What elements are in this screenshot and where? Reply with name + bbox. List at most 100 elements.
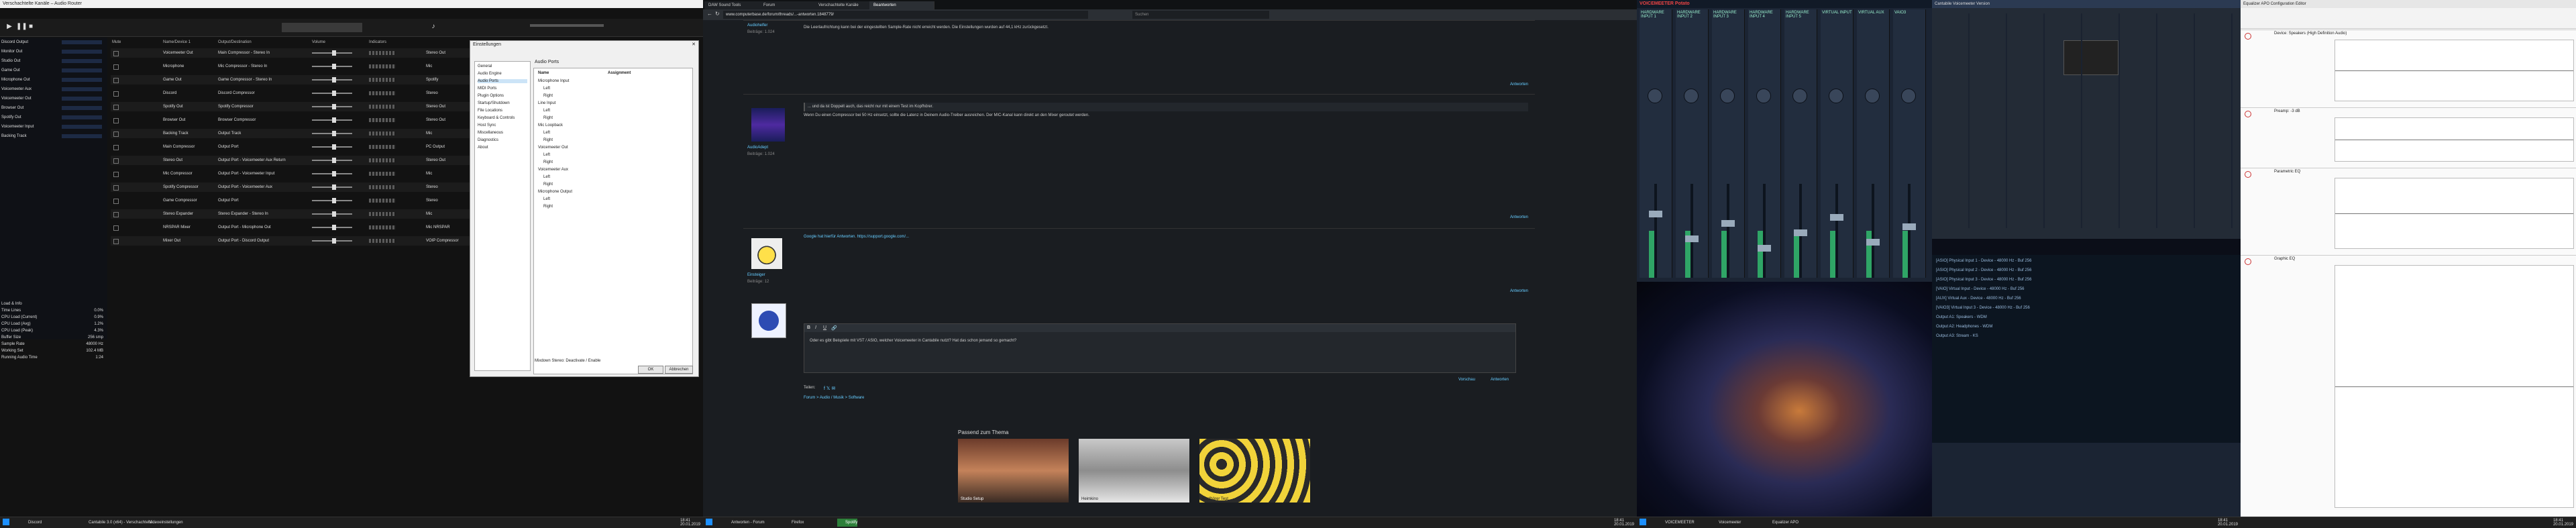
panel-row[interactable]: Microphone Output [538,190,572,194]
device-row[interactable]: [VAIO3] Virtual Input 3 - Device - 48000… [1936,306,2238,310]
sidebar-item[interactable]: Backing Track [1,131,106,141]
mute-checkbox[interactable] [113,51,119,56]
fader-cap[interactable] [1721,220,1735,227]
panel-row[interactable]: Mic Loopback [538,123,563,127]
settings-menu-item[interactable]: Audio Ports [478,79,527,83]
post-author[interactable]: AudioAdept [747,146,789,150]
sidebar-item[interactable]: Voicemeeter Aux [1,85,106,94]
slider-knob[interactable] [332,211,336,217]
reply-link[interactable]: Antworten [1510,215,1528,219]
fader-track[interactable] [1727,184,1729,278]
related-thumb[interactable]: Heimkino [1079,439,1189,503]
settings-menu-item[interactable]: Diagnostics [478,138,527,142]
pause-icon[interactable]: ❚❚ [16,23,28,31]
url-input[interactable]: www.computerbase.de/forum/threads/...-an… [723,11,1088,19]
power-icon[interactable] [2245,258,2251,265]
mute-checkbox[interactable] [113,158,119,164]
slider-knob[interactable] [332,225,336,230]
taskbar-item[interactable]: VOICEMEETER [1657,519,1695,527]
taskbar-item[interactable]: Voicemeeter [1711,519,1741,527]
panel-row[interactable]: Voicemeeter Out [538,146,568,150]
sidebar-item[interactable]: Voicemeeter Out [1,94,106,103]
taskbar-item[interactable]: Antworten - Forum [723,519,765,527]
tab[interactable]: Forum [759,1,818,9]
mute-checkbox[interactable] [113,199,119,204]
slider-knob[interactable] [332,131,336,136]
slider-knob[interactable] [332,91,336,96]
mute-checkbox[interactable] [113,105,119,110]
fader-cap[interactable] [1685,235,1699,242]
table-row[interactable]: Backing Track Output Track Mic [111,129,480,138]
fader-track[interactable] [1654,184,1657,278]
mute-checkbox[interactable] [113,225,119,231]
panel-row[interactable]: Right [543,116,553,120]
settings-menu-item[interactable]: Keyboard & Controls [478,116,527,120]
slider-knob[interactable] [332,50,336,56]
eq-graph[interactable] [2334,178,2574,249]
share-icons[interactable]: f 𝕏 ✉ [824,386,835,391]
panel-row[interactable]: Left [543,197,550,201]
fader-cap[interactable] [1794,229,1807,236]
slider-knob[interactable] [332,198,336,203]
breadcrumb-item[interactable]: Forum [804,396,815,400]
related-thumb[interactable]: Kopfhörer Test [1199,439,1310,503]
table-row[interactable]: Microphone Mic Compressor - Stereo In Mic [111,62,480,71]
sidebar-item[interactable]: Studio Out [1,56,106,66]
panel-row[interactable]: Line Input [538,101,555,105]
settings-menu-item[interactable]: General [478,64,527,68]
settings-menu-item[interactable]: About [478,146,527,150]
pan-knob[interactable] [1756,89,1771,103]
ok-button[interactable]: OK [638,366,663,374]
eq-graph[interactable] [2334,40,2574,101]
panel-row[interactable]: Right [543,160,553,164]
bold-icon[interactable]: B [807,325,810,330]
reply-editor[interactable]: B I U 🔗 Oder es gibt Beispiele mit VST /… [804,323,1516,382]
panel-row[interactable]: Right [543,138,553,142]
eq-graph[interactable] [2334,117,2574,162]
mute-checkbox[interactable] [113,64,119,70]
table-row[interactable]: Spotify Out Spotify Compressor Stereo Out [111,102,480,111]
reload-icon[interactable]: ↻ [715,11,720,17]
fader-track[interactable] [1690,184,1693,278]
settings-menu-item[interactable]: Host Sync [478,123,527,127]
tab[interactable]: Verschachtelte Kanäle [814,1,873,9]
slider-knob[interactable] [332,184,336,190]
panel-row[interactable]: Right [543,182,553,187]
sidebar-item[interactable]: Browser Out [1,103,106,113]
post-author[interactable]: Einsteiger [747,273,789,277]
pan-knob[interactable] [1684,89,1699,103]
table-row[interactable]: Game Compressor Output Port Stereo [111,196,480,205]
mute-checkbox[interactable] [113,172,119,177]
pan-knob[interactable] [1829,89,1843,103]
power-icon[interactable] [2245,111,2251,117]
panel-row[interactable]: Left [543,153,550,157]
sidebar-item[interactable]: Monitor Out [1,47,106,56]
device-row[interactable]: Output A1: Speakers - WDM [1936,315,2238,319]
settings-menu-item[interactable]: File Locations [478,109,527,113]
panel-row[interactable]: Right [543,205,553,209]
preview-button[interactable]: Vorschau [1458,378,1475,382]
submit-button[interactable]: Antworten [1491,378,1509,382]
fader-cap[interactable] [1902,223,1916,230]
settings-menu-item[interactable]: MIDI Ports [478,87,527,91]
device-row[interactable]: Output A2: Headphones - WDM [1936,325,2238,329]
table-row[interactable]: Discord Discord Compressor Stereo [111,89,480,98]
sidebar-item[interactable]: Game Out [1,66,106,75]
start-icon[interactable] [3,519,9,525]
settings-menu-item[interactable]: Startup/Shutdown [478,101,527,105]
pan-knob[interactable] [1865,89,1880,103]
sidebar-item[interactable]: Spotify Out [1,113,106,122]
taskbar-item[interactable]: Equalizer APO [1764,519,1799,527]
close-icon[interactable]: ✕ [692,41,696,49]
settings-menu-item[interactable]: Audio Engine [478,72,527,76]
start-icon[interactable] [1640,519,1646,525]
pan-knob[interactable] [1792,89,1807,103]
mute-checkbox[interactable] [113,239,119,244]
fader-track[interactable] [1763,184,1766,278]
table-row[interactable]: Main Compressor Output Port PC Output [111,142,480,152]
master-slider[interactable] [530,24,604,27]
table-row[interactable]: NRSPAR Mixer Output Port - Microphone Out… [111,223,480,232]
back-icon[interactable]: ← [707,11,712,17]
reply-link[interactable]: Antworten [1510,289,1528,293]
slider-knob[interactable] [332,117,336,123]
